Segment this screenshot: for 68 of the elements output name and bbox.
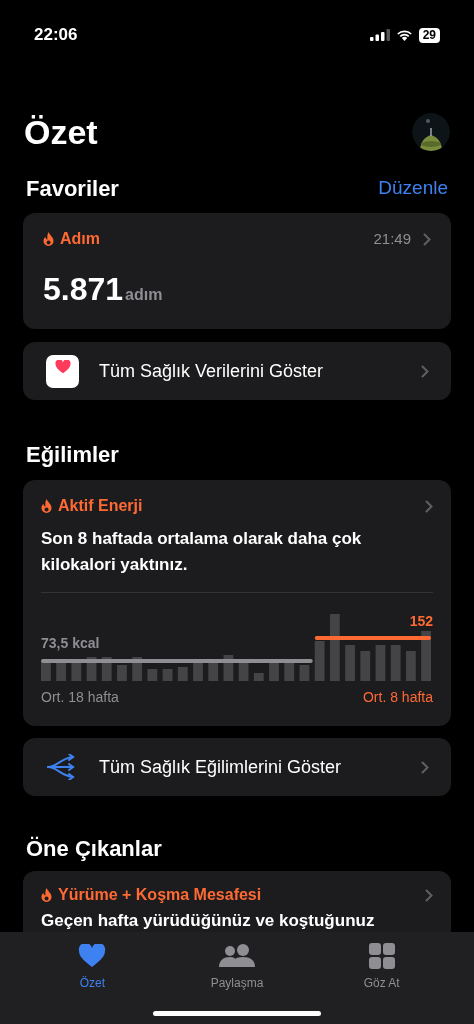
- trend-message: Son 8 haftada ortalama olarak daha çok kilokalori yaktınız.: [41, 528, 363, 576]
- period-label: Ort. 18 hafta: [41, 688, 119, 707]
- chart-bar: [193, 663, 203, 681]
- card-title: Aktif Enerji: [58, 496, 143, 516]
- chart-bar: [299, 665, 310, 681]
- page-title: Özet: [24, 112, 98, 153]
- chart-bar: [360, 651, 371, 681]
- show-all-data-button[interactable]: Tüm Sağlık Verilerini Göster: [23, 342, 451, 400]
- battery-indicator: 29: [418, 27, 440, 43]
- chart-bar: [147, 669, 158, 681]
- chevron-right-icon: [425, 499, 433, 513]
- steps-value: 5.871: [43, 270, 124, 309]
- chevron-right-icon: [423, 232, 431, 246]
- chart-bar: [421, 631, 431, 681]
- chart-bar: [208, 661, 219, 681]
- card-title: Yürüme + Koşma Mesafesi: [58, 885, 262, 905]
- card-title: Adım: [60, 229, 100, 249]
- chevron-right-icon: [421, 364, 429, 378]
- chart-bar: [329, 614, 340, 681]
- section-title: Eğilimler: [25, 441, 120, 469]
- highlight-card[interactable]: Yürüme + Koşma Mesafesi Geçen hafta yürüdüğünüz ve koştuğunuz: [23, 871, 451, 933]
- section-title: Favoriler: [26, 175, 119, 203]
- unit-label: adım: [125, 285, 163, 305]
- tab[interactable]: Özet: [37, 942, 148, 992]
- flame-icon: [41, 888, 52, 902]
- chart-bar: [284, 661, 295, 681]
- section-title: Öne Çıkanlar: [25, 835, 163, 863]
- highlight-message: Geçen hafta yürüdüğünüz ve koştuğunuz: [41, 911, 376, 931]
- people-icon: [218, 944, 256, 968]
- chart-bar: [86, 657, 97, 681]
- wifi-icon: [395, 29, 413, 41]
- signal-icon: [369, 29, 390, 41]
- tab[interactable]: Göz At: [326, 942, 437, 992]
- trend-card[interactable]: Aktif Enerji Son 8 haftada ortalama olarak daha çok kilokalori yaktınız. 73,5 kcal 152 Ort. 18 hafta Ort. 8 hafta: [23, 480, 451, 726]
- period-label: Ort. 8 hafta: [362, 688, 433, 707]
- grid-icon: [368, 943, 395, 969]
- chart-bar: [117, 665, 127, 681]
- chart-bar: [314, 641, 325, 681]
- chart-bar: [41, 661, 51, 681]
- chart-bar: [71, 661, 82, 681]
- chart-bar: [375, 645, 386, 681]
- status-time: 22:06: [34, 24, 78, 47]
- heart-icon: [78, 944, 107, 968]
- chart-bar: [345, 645, 355, 681]
- trend-arrows-icon: [47, 754, 77, 780]
- chart-bar: [56, 661, 66, 681]
- health-app-icon: [46, 354, 79, 388]
- time-label: 21:49: [373, 228, 411, 249]
- chevron-right-icon: [421, 760, 429, 774]
- chart-bar: [238, 663, 249, 681]
- chart-bar: [406, 651, 416, 681]
- chart-bar: [101, 657, 112, 681]
- edit-link[interactable]: Düzenle: [378, 174, 448, 203]
- tab[interactable]: Paylaşma: [182, 942, 292, 992]
- average-label: 152: [409, 612, 433, 631]
- steps-card[interactable]: Adım 21:49 5.871adım: [23, 213, 451, 329]
- chart-bar: [162, 669, 173, 681]
- chart-bar: [390, 645, 401, 681]
- chevron-right-icon: [425, 888, 433, 902]
- chart-bar: [177, 667, 188, 681]
- chart-bar: [132, 657, 143, 681]
- average-label: 73,5 kcal: [41, 634, 100, 653]
- chart-bar: [269, 661, 279, 681]
- show-all-trends-button[interactable]: Tüm Sağlık Eğilimlerini Göster: [23, 738, 451, 796]
- flame-icon: [43, 232, 54, 246]
- chart-bar: [223, 655, 234, 681]
- chart-bar: [253, 673, 264, 681]
- flame-icon: [41, 499, 52, 513]
